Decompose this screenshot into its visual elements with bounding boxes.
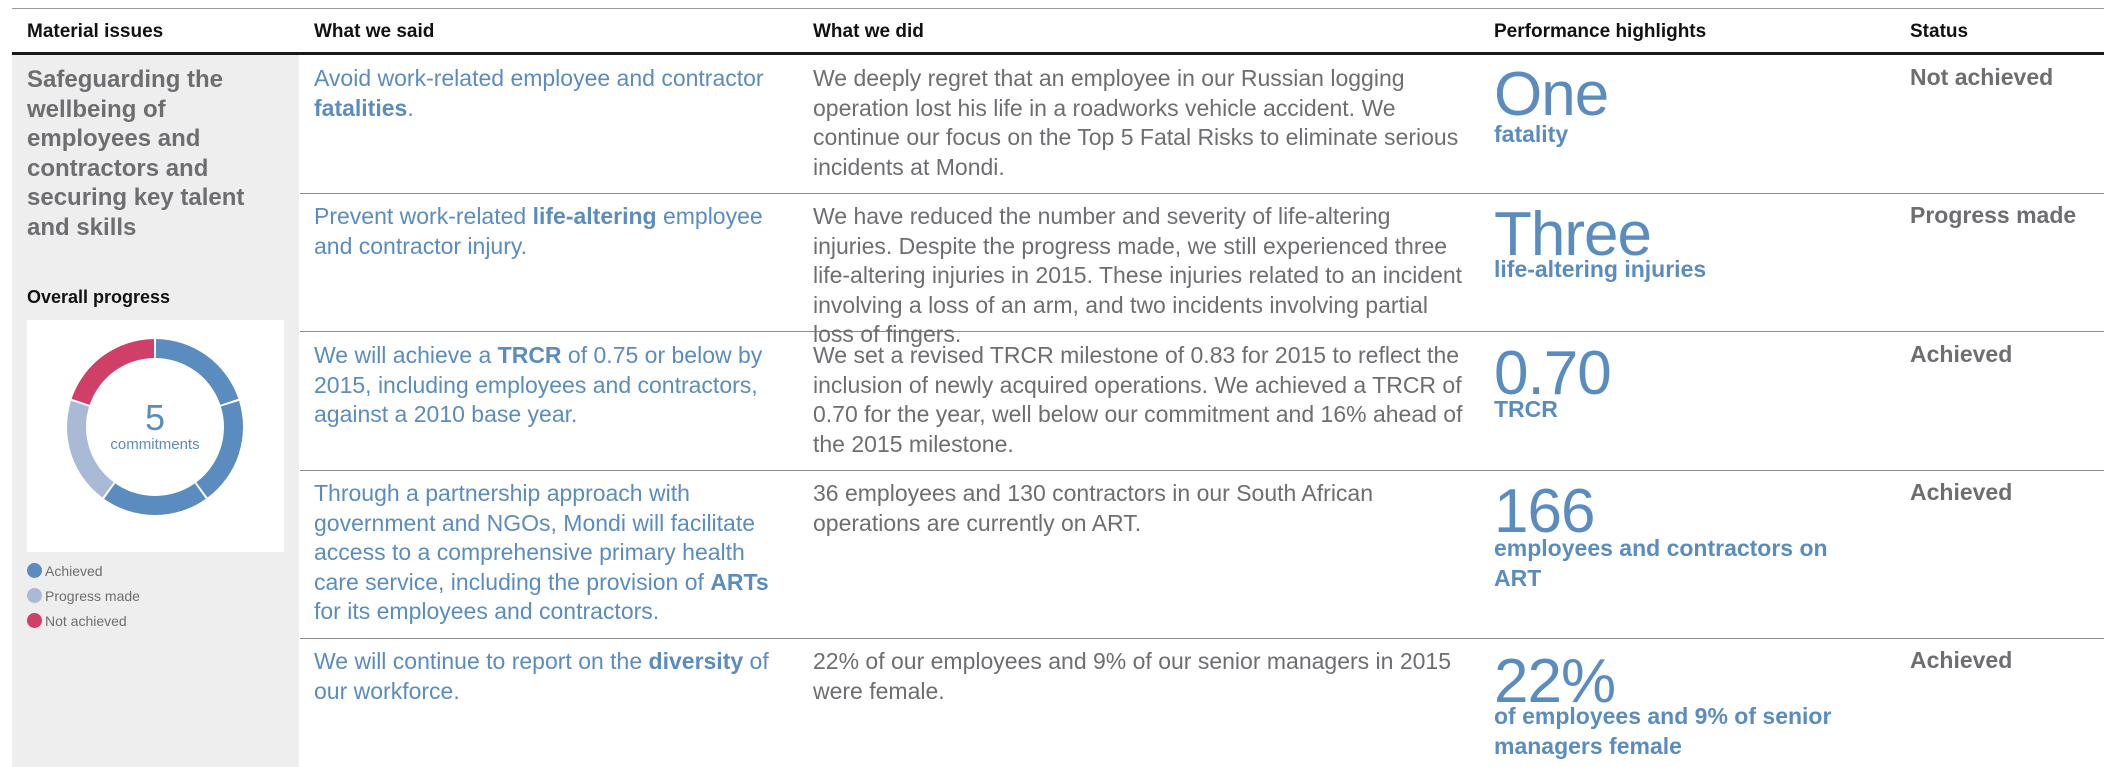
legend-progress-made: Progress made (27, 583, 140, 608)
donut-segment-progress-made (66, 400, 114, 498)
said-text-end: . (407, 94, 414, 121)
status-text: Achieved (1910, 341, 2013, 367)
table-row: We will achieve a TRCR of 0.75 or below … (300, 341, 2104, 469)
header-status: Status (1910, 21, 1969, 42)
said-keyword: ARTs (710, 568, 769, 595)
highlight-label: fatality (1494, 121, 1569, 147)
material-issue-title: Safeguarding the wellbeing of employees … (27, 66, 245, 241)
what-we-said: Avoid work-related employee and contract… (314, 64, 779, 123)
said-keyword: diversity (648, 648, 744, 674)
legend-achieved-label: Achieved (45, 562, 103, 579)
progress-legend: Achieved Progress made Not achieved (27, 558, 140, 633)
highlight-label: life-altering injuries (1494, 256, 1707, 282)
said-text: We will achieve a (314, 342, 498, 368)
said-text: Avoid work-related employee and contract… (314, 65, 764, 91)
status-text: Progress made (1910, 202, 2077, 228)
what-we-said: We will achieve a TRCR of 0.75 or below … (314, 341, 779, 430)
legend-not-achieved-label: Not achieved (45, 612, 127, 629)
legend-progress-made-label: Progress made (45, 587, 140, 604)
row-divider (300, 638, 2104, 639)
header-performance-highlights: Performance highlights (1494, 21, 1707, 42)
progress-donut-chart: 5 commitments (27, 320, 284, 552)
material-issue-panel: Safeguarding the wellbeing of employees … (12, 55, 299, 767)
table-row: Avoid work-related employee and contract… (300, 64, 2104, 192)
legend-achieved: Achieved (27, 558, 140, 583)
legend-not-achieved: Not achieved (27, 608, 140, 633)
said-text-end: for its employees and contractors. (314, 598, 660, 624)
said-keyword: fatalities (314, 94, 408, 121)
said-text: Through a partnership approach with gove… (314, 480, 756, 595)
status-text: Achieved (1910, 647, 2013, 673)
achieved-dot-icon (27, 563, 42, 578)
row-divider (300, 193, 2104, 194)
said-text: Prevent work-related (314, 203, 533, 229)
donut-segment-achieved (196, 400, 244, 498)
donut-center-value: 5 (145, 397, 165, 438)
highlight-label: employees and contractors on ART (1494, 535, 1828, 591)
what-we-did: We set a revised TRCR milestone of 0.83 … (813, 342, 1463, 457)
not-achieved-dot-icon (27, 613, 42, 628)
overall-progress-title: Overall progress (27, 287, 171, 307)
what-we-said: We will continue to report on the divers… (314, 647, 779, 706)
table-row: Prevent work-related life-altering emplo… (300, 202, 2104, 347)
row-divider (300, 470, 2104, 471)
what-we-did: We have reduced the number and severity … (813, 203, 1463, 347)
what-we-said: Through a partnership approach with gove… (314, 479, 779, 627)
status-text: Achieved (1910, 479, 2013, 505)
said-keyword: life-altering (532, 203, 657, 229)
header-what-we-did: What we did (813, 21, 924, 42)
header-what-we-said: What we said (314, 21, 435, 42)
header-material-issues: Material issues (27, 21, 164, 42)
what-we-did: 36 employees and 130 contractors in our … (813, 480, 1374, 536)
donut-center-label: commitments (110, 436, 199, 453)
highlight-label: of employees and 9% of senior managers f… (1494, 703, 1832, 759)
donut-segment-not-achieved (71, 339, 155, 405)
what-we-said: Prevent work-related life-altering emplo… (314, 202, 779, 261)
donut-svg: 5 commitments (66, 339, 244, 515)
progress-made-dot-icon (27, 588, 42, 603)
highlight-label: TRCR (1494, 396, 1558, 422)
said-keyword: TRCR (497, 342, 562, 368)
table-row: We will continue to report on the divers… (300, 647, 2104, 767)
donut-segment-achieved (104, 483, 206, 515)
commitments-table: Material issues What we said What we did… (0, 0, 2104, 767)
what-we-did: 22% of our employees and 9% of our senio… (813, 648, 1452, 704)
table-row: Through a partnership approach with gove… (300, 479, 2104, 637)
what-we-did: We deeply regret that an employee in our… (813, 65, 1459, 180)
donut-segment-achieved (155, 339, 239, 405)
highlight-value: One (1494, 60, 1609, 129)
status-text: Not achieved (1910, 64, 2054, 90)
said-text: We will continue to report on the (314, 648, 649, 674)
table-header: Material issues What we said What we did… (12, 8, 2104, 55)
